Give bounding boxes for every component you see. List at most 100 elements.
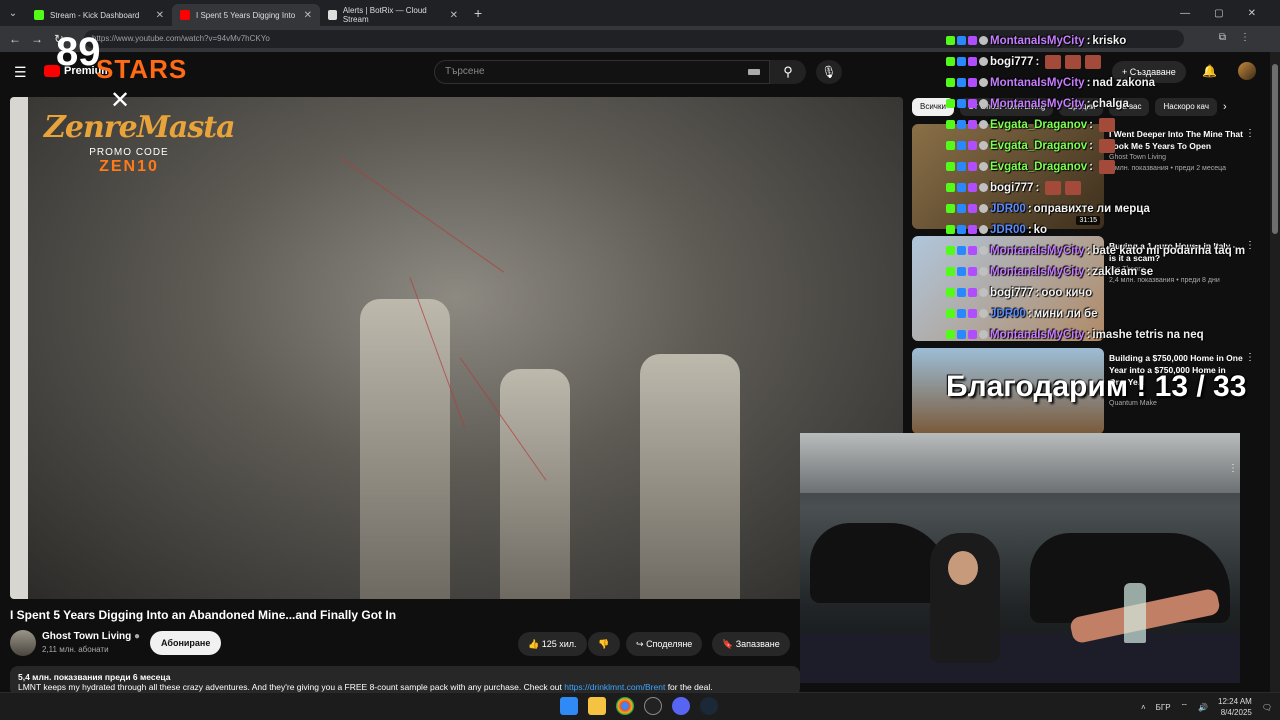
chat-badge-icon [979,330,988,339]
discord-icon[interactable] [672,697,690,715]
share-button[interactable]: ↪ Споделяне [626,632,703,656]
tab-kick-dashboard[interactable]: Stream - Kick Dashboard ✕ [26,4,172,26]
chat-message: Evgata_Draganov : [946,156,1280,177]
like-count: 125 хил. [541,639,577,649]
subscribe-button[interactable]: Абониране [150,631,222,655]
chat-badge-icon [957,309,966,318]
minimize-icon[interactable]: — [1180,8,1190,19]
chat-badge-icon [979,267,988,276]
chat-badge-icon [946,36,955,45]
chat-text: zakleam se [1092,265,1154,278]
chat-badge-icon [946,183,955,192]
chat-separator: : [1089,118,1093,131]
chat-badge-icon [968,183,977,192]
chat-badge-icon [979,36,988,45]
bookmark-icon: 🔖 [722,639,734,649]
chat-text: оправихте ли мерца [1033,202,1150,215]
tab-search-icon[interactable]: ⌄ [0,0,26,26]
chat-badge-icon [946,288,955,297]
more-options-icon[interactable]: ⋮ [1228,463,1238,474]
close-window-icon[interactable]: ✕ [1248,8,1256,19]
chat-username: bogi777 [990,181,1034,194]
chat-separator: : [1086,328,1091,341]
description-link[interactable]: https://drinklmnt.com/Brent [564,682,665,692]
chat-username: Evgata_Draganov [990,160,1088,173]
webcam-overlay: ⋮ [800,433,1240,683]
more-options-icon[interactable]: ⋮ [1245,352,1255,363]
chat-message: MontanaIsMyCity : imashe tetris na neq [946,324,1280,345]
language-indicator[interactable]: БГР [1156,703,1171,712]
chat-badge-icon [968,309,977,318]
chat-message: bogi777 : [946,51,1280,72]
keyboard-icon[interactable] [748,69,760,75]
chat-separator: : [1089,160,1093,173]
chat-username: JDR00 [990,307,1026,320]
chat-separator: : [1086,97,1091,110]
garage-ceiling [800,433,1240,493]
dislike-button[interactable]: 👎 [588,632,620,656]
voice-search-button[interactable]: 🎙 [816,60,842,84]
tab-youtube-video[interactable]: I Spent 5 Years Digging Into ✕ [172,4,320,26]
steam-icon[interactable] [700,697,718,715]
stars-number: 89 [56,30,101,74]
chat-badge-icon [946,141,955,150]
back-icon[interactable]: ← [4,32,26,46]
tab-close-icon[interactable]: ✕ [296,10,312,21]
promo-brand: ZenreMasta [44,110,236,145]
file-explorer-icon[interactable] [588,697,606,715]
like-button[interactable]: 👍 125 хил. [518,632,587,656]
chat-badge-icon [979,120,988,129]
new-tab-icon[interactable]: + [474,5,482,21]
chat-username: Evgata_Draganov [990,139,1088,152]
volume-icon[interactable]: 🔊 [1198,703,1208,712]
chat-badge-icon [979,99,988,108]
notification-icon[interactable]: 🗨 [1262,703,1272,712]
tab-close-icon[interactable]: ✕ [148,10,164,21]
chat-message: JDR00 : мини ли бе [946,303,1280,324]
map-overlay-line [339,157,505,273]
obs-icon[interactable] [644,697,662,715]
chat-text: ooo кичо [1041,286,1093,299]
tab-title: Stream - Kick Dashboard [50,10,140,20]
search-button[interactable]: ⚲ [770,60,806,84]
chat-message: Evgata_Draganov : [946,135,1280,156]
chat-separator: : [1086,34,1091,47]
scrollbar-thumb[interactable] [1272,64,1278,234]
chat-text: мини ли бе [1033,307,1098,320]
chat-separator: : [1089,139,1093,152]
channel-name[interactable]: Ghost Town Living ● [42,631,140,642]
chat-badge-icon [946,330,955,339]
chat-badge-icon [979,141,988,150]
stream-chat-overlay: MontanaIsMyCity : krisko bogi777 : Montan… [946,30,1280,345]
forward-icon[interactable]: → [26,32,48,46]
search-input[interactable]: Търсене [434,60,770,84]
save-button[interactable]: 🔖 Запазване [712,632,790,656]
windows-start-icon[interactable] [560,697,578,715]
tab-botrix-alerts[interactable]: Alerts | BotRix — Cloud Stream ✕ [320,4,466,26]
chat-username: bogi777 [990,286,1034,299]
clock[interactable]: 12:24 AM 8/4/2025 [1218,696,1252,718]
chat-badge-icon [957,78,966,87]
views-line: 5,4 млн. показвания преди 6 месеца [18,672,171,682]
chat-badge-icon [968,288,977,297]
chat-emote-icon [1065,180,1082,195]
kick-favicon-icon [34,10,44,20]
chat-badge-icon [946,99,955,108]
chat-separator: : [1027,307,1032,320]
window-controls: — ▢ ✕ [1180,0,1280,26]
verified-icon: ● [134,631,141,642]
chat-badge-icon [957,141,966,150]
menu-hamburger-icon[interactable]: ☰ [14,64,27,81]
promo-overlay: ZenreMasta PROMO CODE ZEN10 [44,110,236,210]
chrome-icon[interactable] [616,697,634,715]
chat-text: krisko [1092,34,1127,47]
tab-close-icon[interactable]: ✕ [442,10,458,21]
chat-message: MontanaIsMyCity : zakleam se [946,261,1280,282]
chevron-up-icon[interactable]: ˄ [1141,703,1146,712]
chat-badge-icon [957,204,966,213]
network-icon[interactable]: ⌔ [1181,702,1189,712]
chat-text: nad zakona [1092,76,1156,89]
maximize-icon[interactable]: ▢ [1214,8,1223,19]
channel-avatar[interactable] [10,630,36,656]
botrix-favicon-icon [328,10,337,20]
